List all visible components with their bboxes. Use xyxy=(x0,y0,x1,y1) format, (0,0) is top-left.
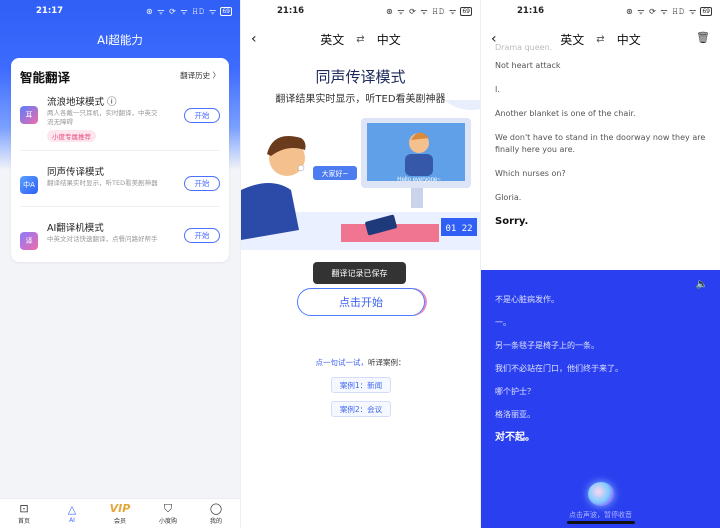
mode-heading: 同声传译模式 xyxy=(315,68,406,86)
transcript-line: Which nurses on? xyxy=(495,169,566,178)
ai-abilities-screen: 21:17 ⊛ ᯤ ⟳ ᯤ 𝙷𝙳 ᯤ 69 AI超能力 智能翻译 翻译历史 〉 … xyxy=(0,0,240,528)
status-icons: ⊛ ᯤ ⟳ ᯤ 𝙷𝙳 ᯤ xyxy=(626,6,698,16)
translation-line: 哪个护士？ xyxy=(495,387,535,396)
status-time: 21:16 xyxy=(517,6,545,16)
translation-line: 格洛丽亚。 xyxy=(495,410,535,419)
monitor-stand xyxy=(411,188,423,208)
tab-label: 首页 xyxy=(17,517,30,525)
live-translation-screen: 21:16 ⊛ ᯤ ⟳ ᯤ 𝙷𝙳 ᯤ 69 ‹ 英文 ⇄ 中文 🗑 Drama … xyxy=(480,0,720,528)
status-time: 21:17 xyxy=(36,6,64,16)
start-button[interactable]: 开始 xyxy=(184,108,220,123)
speaker-icon[interactable]: 🔈 xyxy=(696,279,708,290)
mode-name: 同声传译模式 xyxy=(47,167,105,178)
battery-icon: 69 xyxy=(220,6,232,16)
case-news-button[interactable]: 案例1：新闻 xyxy=(331,377,391,393)
case-meeting-button[interactable]: 案例2：会议 xyxy=(331,401,391,417)
english-transcript: Drama queen. Not heart attack I. Another… xyxy=(495,43,706,240)
sound-wave-button[interactable] xyxy=(588,482,614,506)
deco-circle xyxy=(444,100,480,110)
mode-name: 流浪地球模式 ⓘ xyxy=(47,97,117,108)
tab-label: 小度购 xyxy=(158,517,177,525)
smart-translate-card: 智能翻译 翻译历史 〉 耳 流浪地球模式 ⓘ 两人各戴一只耳机，实时翻译，中英交… xyxy=(11,58,229,262)
translation-line: 一。 xyxy=(495,318,511,327)
clock-digits: 01 22 xyxy=(445,224,472,234)
pause-hint: 点击声波，暂停收音 xyxy=(569,511,632,519)
battery-icon: 69 xyxy=(460,6,472,16)
translation-line: 另一条毯子是椅子上的一条。 xyxy=(495,341,599,350)
transcript-line: We don't have to stand in the doorway no… xyxy=(495,133,706,154)
person-body xyxy=(241,183,299,240)
chinese-transcript: 不是心脏病发作。 一。 另一条毯子是椅子上的一条。 我们不必站在门口，他们终于来… xyxy=(495,294,706,455)
translation-line: 我们不必站在门口，他们终于来了。 xyxy=(495,364,623,373)
mode-desc: 翻译结果实时显示，听TED看美剧神器 xyxy=(47,179,158,187)
saved-toast: 翻译记录已保存 xyxy=(313,262,406,284)
chinese-translation-pane: 🔈 不是心脏病发作。 一。 另一条毯子是椅子上的一条。 我们不必站在门口，他们终… xyxy=(481,270,720,528)
transcript-line: Not heart attack xyxy=(495,61,561,70)
tab-shop[interactable]: ⛉ 小度购 xyxy=(144,499,192,528)
mode-desc: 两人各戴一只耳机，实时翻译，中英交流无障碍 xyxy=(47,109,158,126)
page-title: AI超能力 xyxy=(97,33,143,47)
earphone-icon: 耳 xyxy=(20,106,38,124)
translate-icon: 中A xyxy=(20,176,38,194)
transcript-line: Another blanket is one of the chair. xyxy=(495,109,636,118)
tab-ai[interactable]: △ AI xyxy=(48,499,96,528)
translator-icon: 译 xyxy=(20,232,38,250)
vip-icon: VIP xyxy=(109,501,131,515)
source-language[interactable]: 英文 xyxy=(320,31,344,48)
start-button[interactable]: 开始 xyxy=(184,228,220,243)
status-icons: ⊛ ᯤ ⟳ ᯤ 𝙷𝙳 ᯤ xyxy=(146,6,218,16)
status-bar: 21:16 ⊛ ᯤ ⟳ ᯤ 𝙷𝙳 ᯤ 69 xyxy=(481,0,720,22)
start-button[interactable]: 开始 xyxy=(184,176,220,191)
swap-icon[interactable]: ⇄ xyxy=(356,34,364,45)
bubble-text: 大家好~ xyxy=(322,169,349,178)
recommend-badge: 小度专属推荐 xyxy=(47,130,96,142)
tab-label: 我的 xyxy=(209,517,222,525)
translate-history-link[interactable]: 翻译历史 〉 xyxy=(180,70,220,81)
transcript-line: Gloria. xyxy=(495,193,522,202)
status-icons: ⊛ ᯤ ⟳ ᯤ 𝙷𝙳 ᯤ xyxy=(386,6,458,16)
presenter-body xyxy=(405,154,433,176)
try-link[interactable]: 点一句试一试， xyxy=(316,358,369,367)
tab-home[interactable]: ⊡ 首页 xyxy=(0,499,48,528)
translation-line-current: 对不起。 xyxy=(495,432,535,443)
status-time: 21:16 xyxy=(277,6,305,16)
illustration: Hello everyone~ 大家好~ 01 22 xyxy=(241,100,480,250)
mode-simultaneous[interactable]: 中A 同声传译模式 翻译结果实时显示，听TED看美剧神器 开始 xyxy=(11,162,229,218)
home-icon: ⊡ xyxy=(19,501,29,515)
ai-icon: △ xyxy=(67,502,77,516)
mode-desc: 中英文对话快速翻译，点餐问路好帮手 xyxy=(47,235,158,243)
home-indicator xyxy=(567,521,635,524)
tab-vip[interactable]: VIP 会员 xyxy=(96,499,144,528)
status-bar: 21:16 ⊛ ᯤ ⟳ ᯤ 𝙷𝙳 ᯤ 69 xyxy=(241,0,480,22)
divider xyxy=(20,150,220,151)
transcript-line: Drama queen. xyxy=(495,43,553,52)
mode-ai-translator[interactable]: 译 AI翻译机模式 中英文对话快速翻译，点餐问路好帮手 开始 xyxy=(11,218,229,274)
tab-me[interactable]: ◯ 我的 xyxy=(192,499,240,528)
earphone xyxy=(297,164,305,172)
bottom-tab-bar: ⊡ 首页 △ AI VIP 会员 ⛉ 小度购 ◯ 我的 xyxy=(0,498,240,528)
transcript-line-current: Sorry. xyxy=(495,216,529,227)
translation-line: 不是心脏病发作。 xyxy=(495,295,559,304)
status-bar: 21:17 ⊛ ᯤ ⟳ ᯤ 𝙷𝙳 ᯤ 69 xyxy=(0,0,240,22)
screen-caption: Hello everyone~ xyxy=(397,177,441,183)
try-hint: 点一句试一试，听译案例： xyxy=(241,357,480,368)
start-button[interactable]: 点击开始 xyxy=(297,288,425,316)
try-text: 听译案例： xyxy=(368,358,406,367)
card-title: 智能翻译 xyxy=(20,70,71,85)
tab-label: 会员 xyxy=(113,517,126,525)
transcript-line: I. xyxy=(495,85,500,94)
profile-icon: ◯ xyxy=(209,501,223,515)
mode-name: AI翻译机模式 xyxy=(47,223,104,234)
battery-icon: 69 xyxy=(700,6,712,16)
target-language[interactable]: 中文 xyxy=(377,31,401,48)
tab-label: AI xyxy=(69,516,75,524)
divider xyxy=(20,206,220,207)
shopping-bag-icon: ⛉ xyxy=(163,501,173,515)
language-switcher: 英文 ⇄ 中文 xyxy=(241,30,480,48)
mode-wandering-earth[interactable]: 耳 流浪地球模式 ⓘ 两人各戴一只耳机，实时翻译，中英交流无障碍 小度专属推荐 … xyxy=(11,92,229,148)
